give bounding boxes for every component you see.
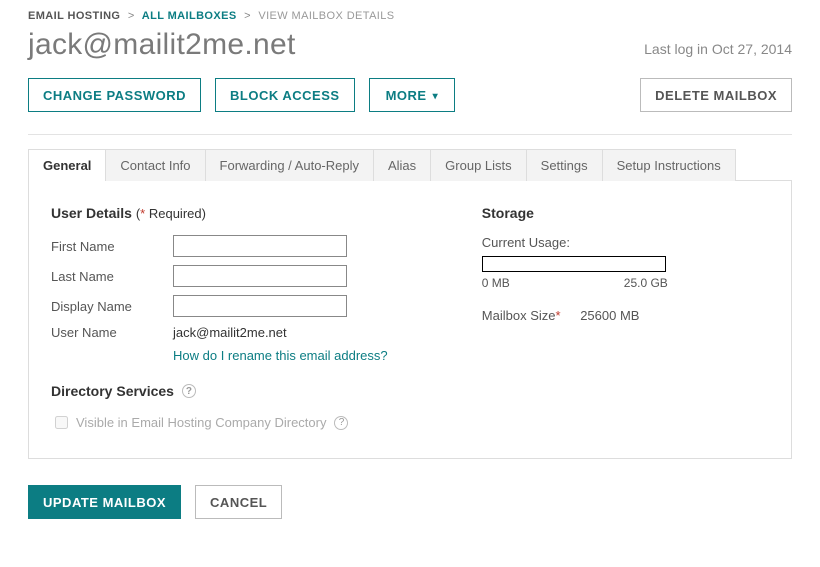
display-name-label: Display Name <box>51 299 173 314</box>
visible-in-directory-checkbox[interactable] <box>55 416 68 429</box>
change-password-button[interactable]: Change Password <box>28 78 201 112</box>
divider <box>28 134 792 135</box>
more-button-label: More <box>386 88 427 103</box>
chevron-right-icon: > <box>128 10 135 22</box>
current-usage-label: Current Usage: <box>482 235 769 250</box>
tab-setup-instructions[interactable]: Setup Instructions <box>602 149 736 181</box>
more-button[interactable]: More ▾ <box>369 78 456 112</box>
breadcrumb-root: EMAIL HOSTING <box>28 10 120 22</box>
required-note-suffix: Required) <box>145 206 206 221</box>
visible-in-directory-label: Visible in Email Hosting Company Directo… <box>76 415 326 430</box>
panel-general: User Details (* Required) First Name Las… <box>28 180 792 459</box>
tab-general[interactable]: General <box>28 149 106 181</box>
mailbox-size-value: 25600 MB <box>580 308 639 323</box>
last-name-label: Last Name <box>51 269 173 284</box>
directory-services-heading: Directory Services ? <box>51 383 769 399</box>
tab-alias[interactable]: Alias <box>373 149 431 181</box>
last-name-input[interactable] <box>173 265 347 287</box>
chevron-down-icon: ▾ <box>433 91 439 102</box>
user-details-heading-text: User Details <box>51 205 132 221</box>
action-bar: Change Password Block Access More ▾ Dele… <box>28 78 792 112</box>
tab-forwarding-autoreply[interactable]: Forwarding / Auto-Reply <box>205 149 374 181</box>
first-name-label: First Name <box>51 239 173 254</box>
tab-contact-info[interactable]: Contact Info <box>105 149 205 181</box>
display-name-input[interactable] <box>173 295 347 317</box>
breadcrumb: EMAIL HOSTING > ALL MAILBOXES > VIEW MAI… <box>28 10 792 22</box>
usage-bar <box>482 256 666 272</box>
block-access-button[interactable]: Block Access <box>215 78 355 112</box>
chevron-right-icon: > <box>244 10 251 22</box>
first-name-input[interactable] <box>173 235 347 257</box>
breadcrumb-all-mailboxes[interactable]: ALL MAILBOXES <box>142 10 237 22</box>
required-asterisk: * <box>556 308 561 323</box>
help-icon[interactable]: ? <box>334 416 348 430</box>
usage-min-scale: 0 MB <box>482 276 510 290</box>
user-name-value: jack@mailit2me.net <box>173 325 287 340</box>
storage-heading: Storage <box>482 205 769 221</box>
help-icon[interactable]: ? <box>182 384 196 398</box>
directory-heading-text: Directory Services <box>51 383 174 399</box>
update-mailbox-button[interactable]: Update Mailbox <box>28 485 181 519</box>
user-name-label: User Name <box>51 325 173 340</box>
tab-settings[interactable]: Settings <box>526 149 603 181</box>
footer-actions: Update Mailbox Cancel <box>28 485 792 519</box>
page-title: jack@mailit2me.net <box>28 28 296 62</box>
cancel-button[interactable]: Cancel <box>195 485 282 519</box>
breadcrumb-current: VIEW MAILBOX DETAILS <box>258 10 394 22</box>
tab-group-lists[interactable]: Group Lists <box>430 149 526 181</box>
delete-mailbox-button[interactable]: Delete Mailbox <box>640 78 792 112</box>
tab-bar: General Contact Info Forwarding / Auto-R… <box>28 149 792 181</box>
last-login-label: Last log in Oct 27, 2014 <box>644 41 792 57</box>
rename-email-link[interactable]: How do I rename this email address? <box>173 348 388 363</box>
user-details-heading: User Details (* Required) <box>51 205 482 221</box>
usage-max-scale: 25.0 GB <box>624 276 668 290</box>
mailbox-size-label: Mailbox Size <box>482 308 556 323</box>
